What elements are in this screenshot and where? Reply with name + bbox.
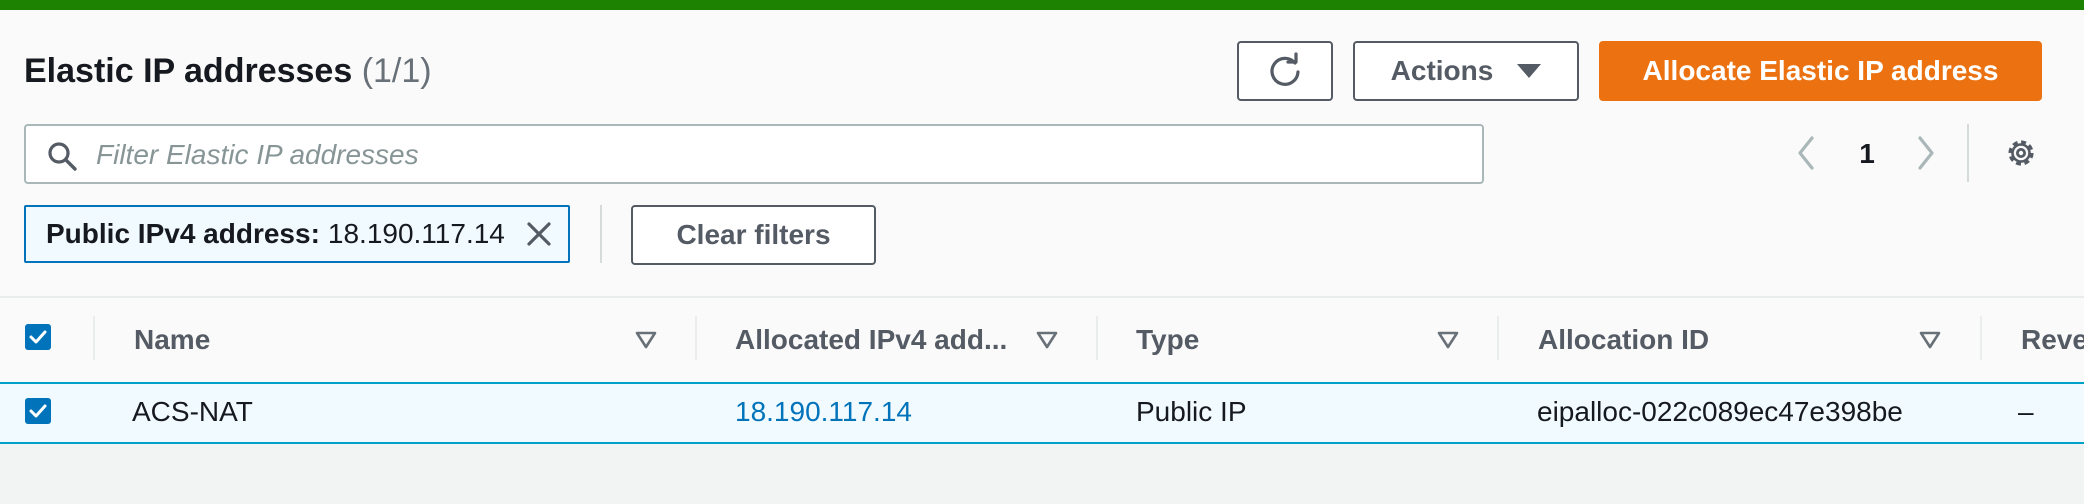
checkbox-checked-icon xyxy=(29,330,47,344)
filter-token-key: Public IPv4 address: xyxy=(46,218,320,249)
actions-button[interactable]: Actions xyxy=(1353,41,1579,101)
row-checkbox[interactable] xyxy=(25,398,51,424)
column-header-reverse-dns[interactable]: Reve xyxy=(2021,324,2084,356)
caret-down-icon xyxy=(1517,64,1542,78)
cell-ipv4-link[interactable]: 18.190.117.14 xyxy=(735,396,912,428)
checkbox-checked-icon xyxy=(29,404,47,418)
column-divider xyxy=(1096,316,1098,360)
column-header-type[interactable]: Type xyxy=(1136,324,1199,356)
search-input[interactable] xyxy=(94,130,1468,180)
column-divider xyxy=(1980,316,1982,360)
chevron-left-icon[interactable] xyxy=(1793,134,1819,172)
column-divider xyxy=(1497,316,1499,360)
cell-allocation-id: eipalloc-022c089ec47e398be xyxy=(1537,396,1903,427)
column-header-ipv4[interactable]: Allocated IPv4 add... xyxy=(735,324,1007,356)
filter-divider xyxy=(600,205,602,263)
page-title: Elastic IP addresses (1/1) xyxy=(24,52,432,91)
select-all-checkbox[interactable] xyxy=(25,324,51,350)
column-divider xyxy=(93,316,95,360)
filter-token-value: 18.190.117.14 xyxy=(327,218,505,249)
sort-icon[interactable] xyxy=(1918,330,1942,350)
page-title-text: Elastic IP addresses xyxy=(24,52,353,90)
sort-icon[interactable] xyxy=(1035,330,1059,350)
clear-filters-button[interactable]: Clear filters xyxy=(631,205,876,265)
search-icon xyxy=(48,142,77,171)
column-header-name[interactable]: Name xyxy=(134,324,210,356)
allocate-eip-button[interactable]: Allocate Elastic IP address xyxy=(1599,41,2042,101)
selection-count: (1/1) xyxy=(361,52,432,90)
cell-name: ACS-NAT xyxy=(132,396,253,427)
refresh-icon xyxy=(1270,52,1300,86)
search-box[interactable] xyxy=(24,124,1484,184)
pager-divider xyxy=(1967,124,1969,182)
sort-icon[interactable] xyxy=(1436,330,1460,350)
actions-button-label: Actions xyxy=(1390,55,1494,86)
cell-reverse-dns: – xyxy=(2018,396,2034,427)
chevron-right-icon[interactable] xyxy=(1913,134,1939,172)
column-divider xyxy=(695,316,697,360)
refresh-button[interactable] xyxy=(1237,41,1333,101)
close-icon[interactable] xyxy=(524,219,554,249)
current-page-number[interactable]: 1 xyxy=(1852,138,1882,170)
gear-icon[interactable] xyxy=(2004,136,2038,170)
column-header-allocation-id[interactable]: Allocation ID xyxy=(1538,324,1709,356)
filter-token: Public IPv4 address: 18.190.117.14 xyxy=(24,205,570,263)
top-status-bar xyxy=(0,0,2084,10)
sort-icon[interactable] xyxy=(634,330,658,350)
cell-type: Public IP xyxy=(1136,396,1247,427)
